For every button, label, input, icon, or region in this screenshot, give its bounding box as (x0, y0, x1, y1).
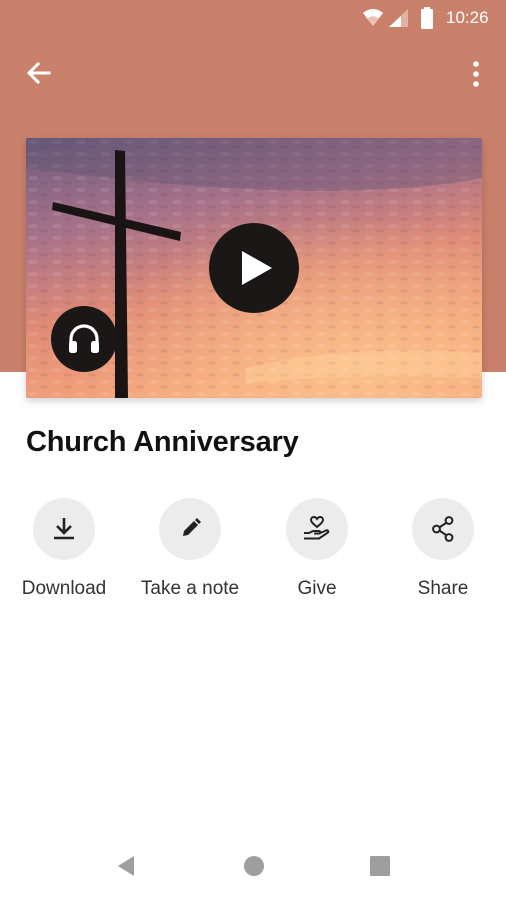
nav-back-icon[interactable] (114, 854, 138, 878)
battery-icon (421, 7, 433, 29)
share-icon (432, 516, 454, 542)
sermon-media-card[interactable] (26, 138, 482, 398)
take-note-button[interactable]: Take a note (127, 498, 253, 608)
status-time: 10:26 (446, 8, 489, 27)
signal-icon (389, 9, 408, 27)
share-circle (412, 498, 474, 560)
sermon-title: Church Anniversary (26, 426, 299, 458)
status-bar: 10:26 (0, 0, 506, 36)
back-button[interactable] (18, 56, 60, 90)
pencil-icon (183, 518, 201, 536)
arrow-left-icon (26, 61, 51, 85)
play-icon (242, 251, 272, 285)
give-circle (286, 498, 348, 560)
download-icon (54, 518, 74, 540)
nav-recents-icon[interactable] (368, 854, 392, 878)
more-options-button[interactable] (456, 56, 496, 90)
share-button[interactable]: Share (380, 498, 506, 608)
take-note-label: Take a note (140, 578, 240, 599)
give-heart-hand-icon (304, 515, 330, 540)
share-label: Share (417, 578, 469, 599)
more-vert-icon (473, 61, 479, 87)
download-circle (33, 498, 95, 560)
download-button[interactable]: Download (1, 498, 127, 608)
give-label: Give (297, 578, 337, 599)
give-button[interactable]: Give (254, 498, 380, 608)
headphones-icon (69, 324, 99, 353)
take-note-circle (159, 498, 221, 560)
nav-home-icon[interactable] (242, 854, 266, 878)
app-bar (0, 50, 506, 96)
listen-audio-button[interactable] (51, 306, 117, 372)
download-label: Download (21, 578, 107, 599)
system-navigation-bar (0, 836, 506, 900)
play-button[interactable] (209, 223, 299, 313)
wifi-icon (363, 9, 383, 26)
sermon-detail-screen: 10:26 Church Anniversary Download Take a… (0, 0, 506, 900)
